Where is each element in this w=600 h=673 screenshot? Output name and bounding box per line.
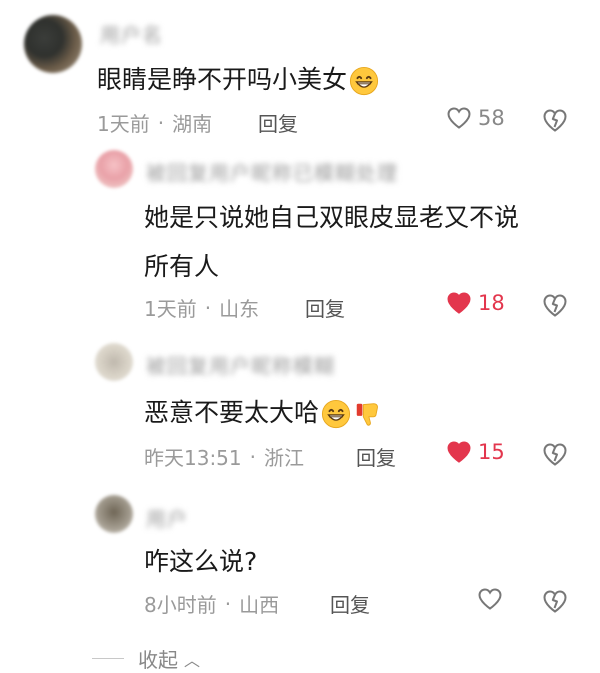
divider [92,658,124,659]
reply-button[interactable]: 回复 [258,108,298,137]
reply-location: 浙江 [264,446,304,470]
reply-meta: 8小时前 · 山西 [144,589,279,618]
reply-button[interactable]: 回复 [330,589,370,618]
reply-username[interactable]: 被回复用户昵称已模糊处理 [146,157,398,186]
reply-text: 咋这么说? [144,547,258,576]
avatar[interactable] [95,495,133,533]
comment-text: 眼睛是睁不开吗小美女 [97,60,379,96]
avatar[interactable] [24,15,82,73]
avatar[interactable] [95,343,133,381]
reply-meta: 昨天13:51 · 浙江 [144,442,304,471]
heart-filled-icon [447,292,471,314]
like-button[interactable]: 18 [446,291,505,315]
username[interactable]: 用户名 [100,19,163,48]
reply-username[interactable]: 被回复用户昵称模糊 [146,350,335,379]
collapse-label: 收起 [138,648,178,672]
reply-location: 山东 [219,297,260,321]
like-count: 15 [478,440,505,464]
dislike-icon[interactable] [542,292,568,318]
collapse-button[interactable]: 收起 ︿ [92,644,200,673]
reply-time: 昨天13:51 [144,446,242,470]
like-button[interactable] [477,587,509,611]
comment-location: 湖南 [172,112,213,136]
dislike-icon[interactable] [542,107,568,133]
reply-button[interactable]: 回复 [305,293,345,322]
reply-location: 山西 [239,593,280,617]
dislike-icon[interactable] [542,588,568,614]
comment-time: 1天前 [97,112,150,136]
reply-meta: 1天前 · 山东 [144,293,259,322]
reply-time: 8小时前 [144,593,217,617]
reply-time: 1天前 [144,297,197,321]
heart-filled-icon [447,441,471,463]
comment-meta: 1天前 · 湖南 [97,108,212,137]
reply-text-content: 恶意不要太大哈 [144,398,320,427]
avatar[interactable] [95,150,133,188]
reply-text: 恶意不要太大哈 [144,393,383,429]
like-button[interactable]: 58 [446,106,505,130]
comment-text-content: 眼睛是睁不开吗小美女 [97,65,348,94]
like-count: 18 [478,291,505,315]
dislike-icon[interactable] [542,441,568,467]
like-button[interactable]: 15 [446,440,505,464]
reply-text-line: 所有人 [144,252,220,281]
grin-emoji-icon [349,66,379,96]
chevron-up-icon: ︿ [184,650,201,670]
reply-text-line: 她是只说她自己双眼皮显老又不说 [144,203,520,232]
like-count: 58 [478,106,505,130]
heart-outline-icon [478,588,502,610]
grin-emoji-icon [321,399,351,429]
reply-username[interactable]: 用户 [146,503,188,532]
reply-button[interactable]: 回复 [356,442,396,471]
heart-outline-icon [447,107,471,129]
thumbs-down-emoji-icon [356,403,378,426]
